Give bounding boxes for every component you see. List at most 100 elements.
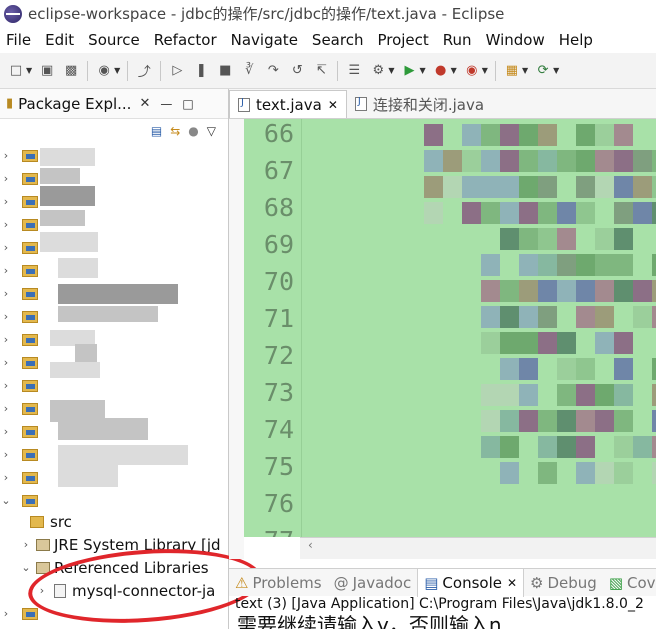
menu-file[interactable]: File — [6, 31, 31, 49]
chevron-right-icon[interactable]: › — [36, 584, 48, 597]
close-icon[interactable]: ✕ — [507, 576, 517, 590]
tree-row[interactable]: › — [0, 351, 228, 374]
chevron-down-icon[interactable]: ⌄ — [20, 561, 32, 574]
tab-console[interactable]: ▤ Console ✕ — [417, 568, 525, 597]
chevron-right-icon[interactable]: › — [0, 195, 12, 208]
tree-row[interactable]: › — [0, 328, 228, 351]
tab-javadoc[interactable]: @ Javadoc — [328, 569, 418, 597]
chevron-right-icon[interactable]: › — [0, 425, 12, 438]
menu-edit[interactable]: Edit — [45, 31, 74, 49]
chevron-down-icon[interactable]: ⌄ — [0, 494, 12, 507]
chevron-right-icon[interactable]: › — [0, 471, 12, 484]
profile-icon[interactable]: ◉ — [95, 62, 113, 80]
tab-debug[interactable]: ⚙ Debug — [524, 569, 603, 597]
step-return-icon[interactable]: ↸ — [312, 62, 330, 80]
suspend-icon[interactable]: ❚ — [192, 62, 210, 80]
save-icon[interactable]: ▣ — [38, 62, 56, 80]
tree-row[interactable]: › — [0, 236, 228, 259]
menu-window[interactable]: Window — [486, 31, 545, 49]
focus-icon[interactable]: ● — [188, 124, 198, 138]
tree-row[interactable]: › — [0, 167, 228, 190]
chevron-right-icon[interactable]: › — [0, 218, 12, 231]
tab-coverage[interactable]: ▧ Cove — [603, 569, 656, 597]
chevron-right-icon[interactable]: › — [0, 264, 12, 277]
tree-row-mysql-connector[interactable]: › mysql-connector-ja — [0, 579, 228, 602]
tree-row-jre[interactable]: › JRE System Library [jd — [0, 533, 228, 556]
menu-search[interactable]: Search — [312, 31, 364, 49]
menu-navigate[interactable]: Navigate — [231, 31, 298, 49]
chevron-right-icon[interactable]: › — [0, 310, 12, 323]
chevron-down-icon[interactable]: ▼ — [553, 66, 559, 75]
tab-problems[interactable]: ⚠ Problems — [229, 569, 328, 597]
minimize-icon[interactable]: — — [160, 97, 172, 111]
stop-icon[interactable]: ■ — [216, 62, 234, 80]
chevron-right-icon[interactable]: › — [20, 538, 32, 551]
package-icon[interactable]: ▦ — [503, 62, 521, 80]
tab-connect-close-java[interactable]: 连接和关闭.java — [347, 90, 492, 118]
chevron-right-icon[interactable]: › — [0, 607, 12, 620]
close-icon[interactable]: ✕ — [328, 98, 338, 112]
tree-row-src[interactable]: src — [0, 510, 228, 533]
step-into-icon[interactable]: ↷ — [264, 62, 282, 80]
chevron-right-icon[interactable]: › — [0, 356, 12, 369]
new-class-icon[interactable]: ◉ — [463, 62, 481, 80]
chevron-down-icon[interactable]: ▼ — [451, 66, 457, 75]
pixel-block — [652, 150, 656, 172]
chevron-down-icon[interactable]: ▼ — [26, 66, 32, 75]
coverage-icon[interactable]: ● — [432, 62, 450, 80]
maximize-icon[interactable]: □ — [182, 97, 193, 111]
console-output-line: 需要继续请输入y，否则输入n — [237, 615, 502, 629]
chevron-right-icon[interactable]: › — [0, 379, 12, 392]
disconnect-icon[interactable]: ∛ — [240, 62, 258, 80]
collapse-all-icon[interactable]: ▤ — [151, 124, 162, 138]
chevron-right-icon[interactable]: › — [0, 241, 12, 254]
pixel-block — [633, 202, 652, 224]
pixel-block — [595, 410, 614, 432]
scroll-left-icon[interactable]: ‹ — [308, 538, 313, 552]
tree-row[interactable]: › — [0, 144, 228, 167]
chevron-down-icon[interactable]: ▼ — [114, 66, 120, 75]
pixel-block — [652, 254, 656, 276]
chevron-right-icon[interactable]: › — [0, 402, 12, 415]
chevron-right-icon[interactable]: › — [0, 333, 12, 346]
save-all-icon[interactable]: ▩ — [62, 62, 80, 80]
menu-refactor[interactable]: Refactor — [154, 31, 217, 49]
code-editor[interactable]: 66 67 68 69 70 71 72 73 74 75 76 77 — [244, 119, 656, 537]
external-tools-icon[interactable]: ☰ — [345, 62, 363, 80]
debug-icon[interactable]: ⚙ — [369, 62, 387, 80]
tree-row[interactable]: › — [0, 190, 228, 213]
chevron-down-icon[interactable]: ▼ — [522, 66, 528, 75]
tree-row[interactable]: › — [0, 602, 228, 625]
menu-help[interactable]: Help — [559, 31, 593, 49]
close-icon[interactable]: ✕ — [139, 96, 150, 111]
step-over-icon[interactable]: ↺ — [288, 62, 306, 80]
chevron-right-icon[interactable]: › — [0, 287, 12, 300]
package-explorer-tab[interactable]: ▮ Package Expl... ✕ — □ — [0, 89, 228, 119]
pin-icon[interactable]: ⤴ — [135, 62, 153, 80]
editor-horizontal-scrollbar[interactable]: ‹ — [300, 537, 656, 559]
tree-row-referenced-libraries[interactable]: ⌄ Referenced Libraries — [0, 556, 228, 579]
run-icon[interactable]: ▶ — [400, 62, 418, 80]
view-menu-icon[interactable]: ▽ — [207, 124, 216, 138]
line-number: 67 — [263, 156, 294, 185]
resume-icon[interactable]: ▷ — [168, 62, 186, 80]
java-file-icon — [238, 97, 250, 112]
chevron-down-icon[interactable]: ▼ — [388, 66, 394, 75]
menu-source[interactable]: Source — [88, 31, 140, 49]
chevron-down-icon[interactable]: ▼ — [419, 66, 425, 75]
tree-row[interactable]: › — [0, 397, 228, 420]
tree-row-expanded-project[interactable]: ⌄ — [0, 489, 228, 512]
chevron-right-icon[interactable]: › — [0, 172, 12, 185]
menu-project[interactable]: Project — [377, 31, 428, 49]
chevron-right-icon[interactable]: › — [0, 448, 12, 461]
chevron-down-icon[interactable]: ▼ — [482, 66, 488, 75]
chevron-right-icon[interactable]: › — [0, 149, 12, 162]
link-editor-icon[interactable]: ⇆ — [170, 124, 180, 138]
refresh-icon[interactable]: ⟳ — [534, 62, 552, 80]
menu-run[interactable]: Run — [443, 31, 472, 49]
tree-row[interactable]: › — [0, 374, 228, 397]
tab-text-java[interactable]: text.java ✕ — [229, 90, 347, 118]
tree-row[interactable]: › — [0, 259, 228, 282]
tree-row[interactable]: › — [0, 213, 228, 236]
new-icon[interactable]: □ — [7, 62, 25, 80]
